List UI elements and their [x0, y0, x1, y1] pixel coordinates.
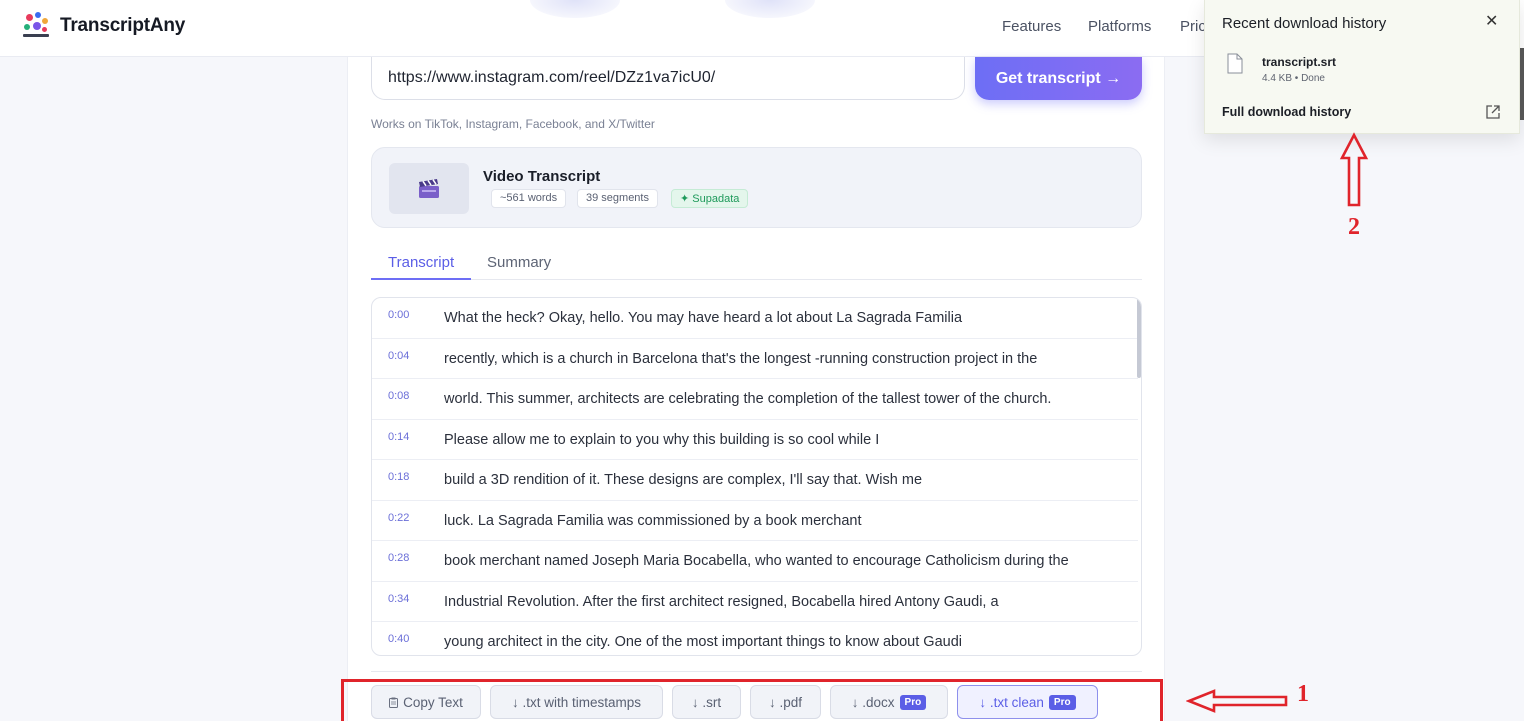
transcript-row[interactable]: 0:22 luck. La Sagrada Familia was commis… [372, 501, 1138, 541]
timestamp[interactable]: 0:34 [388, 593, 409, 605]
transcript-list[interactable]: 0:00 What the heck? Okay, hello. You may… [371, 297, 1142, 656]
segment-count-chip: 39 segments [577, 189, 658, 208]
segment-text: young architect in the city. One of the … [444, 634, 962, 650]
segment-text: recently, which is a church in Barcelona… [444, 350, 1038, 367]
tabs-divider [371, 279, 1142, 280]
url-input[interactable] [371, 57, 965, 100]
logo-icon [22, 12, 50, 40]
transcript-row[interactable]: 0:04 recently, which is a church in Barc… [372, 339, 1138, 379]
clapperboard-icon [419, 178, 439, 198]
actions-divider [371, 671, 1142, 672]
timestamp[interactable]: 0:40 [388, 633, 409, 645]
header-glow [530, 0, 620, 18]
segment-text: build a 3D rendition of it. These design… [444, 472, 923, 488]
timestamp[interactable]: 0:28 [388, 552, 409, 564]
timestamp[interactable]: 0:04 [388, 350, 409, 362]
transcript-row[interactable]: 0:14 Please allow me to explain to you w… [372, 420, 1138, 460]
timestamp[interactable]: 0:18 [388, 471, 409, 483]
annotation-label-1: 1 [1297, 681, 1309, 707]
download-history-popup: Recent download history ✕ transcript.srt… [1204, 0, 1520, 134]
transcript-row[interactable]: 0:40 young architect in the city. One of… [372, 622, 1138, 655]
downloaded-file-meta: 4.4 KB • Done [1262, 73, 1325, 84]
timestamp[interactable]: 0:08 [388, 390, 409, 402]
transcript-row[interactable]: 0:34 Industrial Revolution. After the fi… [372, 582, 1138, 622]
video-title: Video Transcript [483, 168, 601, 185]
timestamp[interactable]: 0:22 [388, 512, 409, 524]
timestamp[interactable]: 0:14 [388, 431, 409, 443]
segment-text: Please allow me to explain to you why th… [444, 431, 880, 448]
header-glow [725, 0, 815, 18]
video-info-card: Video Transcript ~561 words 39 segments … [371, 147, 1142, 228]
segment-text: world. This summer, architects are celeb… [444, 391, 1052, 407]
transcript-row[interactable]: 0:00 What the heck? Okay, hello. You may… [372, 298, 1138, 339]
popup-title: Recent download history [1222, 15, 1387, 32]
annotation-box-1 [341, 679, 1163, 721]
file-icon [1227, 53, 1243, 74]
main-card: Get transcript → Works on TikTok, Instag… [347, 57, 1165, 721]
active-tab-indicator [371, 278, 471, 280]
annotation-arrow-1 [1186, 689, 1288, 713]
nav-link-platforms[interactable]: Platforms [1088, 18, 1151, 35]
get-transcript-button[interactable]: Get transcript → [975, 57, 1142, 100]
transcript-row[interactable]: 0:08 world. This summer, architects are … [372, 379, 1138, 420]
transcript-row[interactable]: 0:18 build a 3D rendition of it. These d… [372, 460, 1138, 501]
nav-link-pricing[interactable]: Pric [1180, 18, 1206, 35]
transcript-row[interactable]: 0:28 book merchant named Joseph Maria Bo… [372, 541, 1138, 582]
brand[interactable]: TranscriptAny [22, 12, 185, 40]
window-scrollbar[interactable] [1520, 48, 1524, 120]
word-count-chip: ~561 words [491, 189, 567, 208]
segment-text: book merchant named Joseph Maria Bocabel… [444, 553, 1069, 569]
annotation-arrow-2 [1339, 132, 1369, 207]
downloaded-file-name[interactable]: transcript.srt [1262, 55, 1336, 69]
brand-name: TranscriptAny [60, 15, 186, 36]
provider-chip: ✦ Supadata [671, 189, 749, 208]
tab-summary[interactable]: Summary [487, 254, 551, 271]
video-thumbnail [389, 163, 469, 214]
timestamp[interactable]: 0:00 [388, 309, 409, 321]
segment-text: luck. La Sagrada Familia was commissione… [444, 512, 862, 529]
annotation-label-2: 2 [1348, 214, 1360, 240]
transcript-scrollbar[interactable] [1137, 298, 1141, 378]
supported-platforms-note: Works on TikTok, Instagram, Facebook, an… [371, 117, 655, 131]
close-icon[interactable]: ✕ [1485, 11, 1498, 31]
segment-text: Industrial Revolution. After the first a… [444, 593, 999, 610]
full-download-history-link[interactable]: Full download history [1222, 105, 1351, 119]
nav-link-features[interactable]: Features [1002, 18, 1061, 35]
tab-transcript[interactable]: Transcript [388, 254, 454, 271]
segment-text: What the heck? Okay, hello. You may have… [444, 310, 963, 326]
external-link-icon[interactable] [1485, 104, 1501, 120]
